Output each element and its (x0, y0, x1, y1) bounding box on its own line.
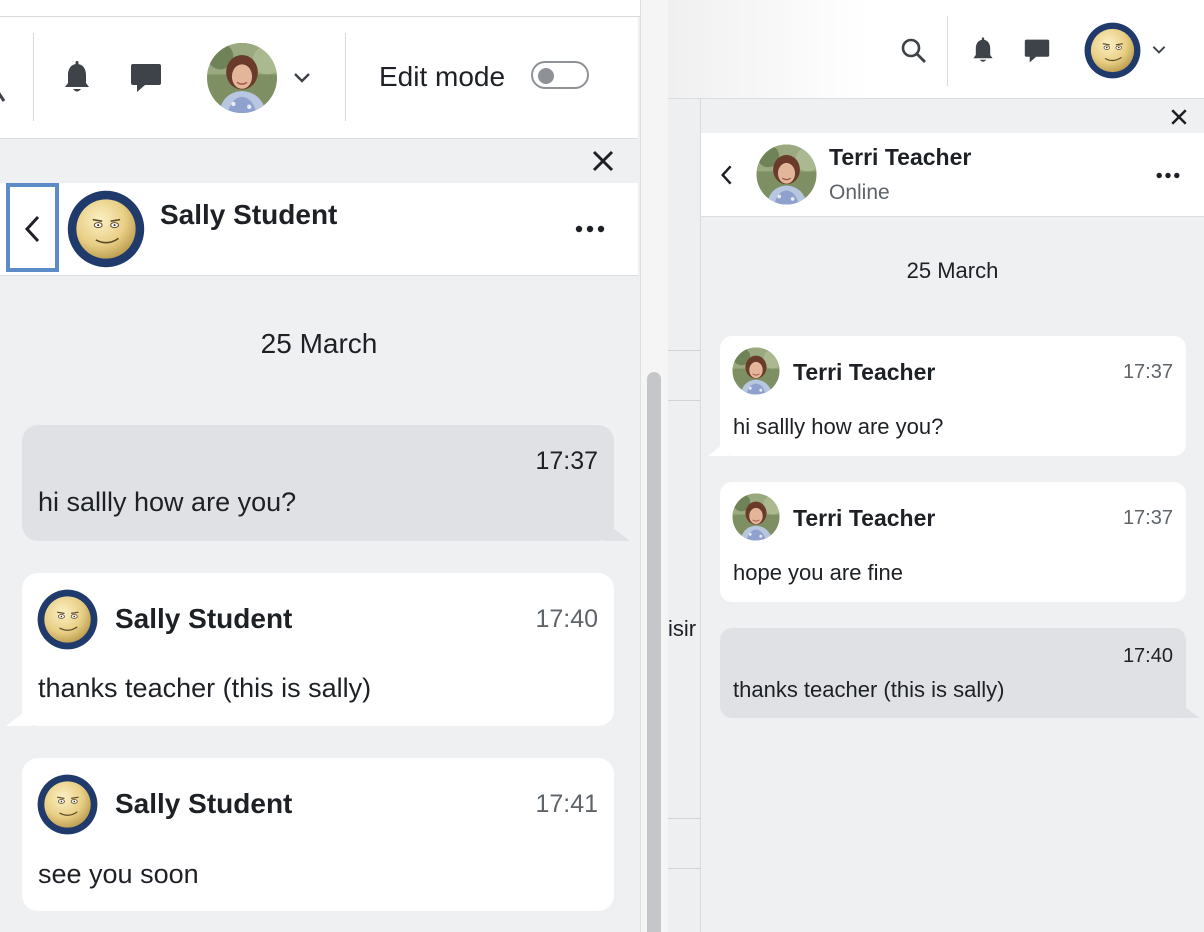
user-avatar[interactable] (206, 42, 278, 114)
messages-icon[interactable] (130, 61, 162, 95)
notification-bell-icon[interactable] (971, 37, 995, 65)
sender-name[interactable]: Terri Teacher (793, 359, 935, 386)
message-time: 17:37 (1122, 507, 1173, 529)
navbar-divider (345, 33, 346, 121)
message-text: thanks teacher (this is sally) (38, 673, 372, 703)
sender-avatar[interactable] (732, 493, 780, 541)
user-avatar[interactable] (1084, 22, 1141, 79)
message-text: see you soon (38, 859, 199, 889)
back-button[interactable] (718, 162, 736, 188)
background-text-fragment: isir (668, 616, 697, 641)
chevron-down-icon[interactable] (1151, 44, 1167, 56)
message-time: 17:40 (535, 605, 598, 633)
bubble-tail (708, 440, 728, 456)
search-icon[interactable] (901, 38, 927, 64)
back-button[interactable] (6, 183, 59, 272)
date-separator: 25 March (906, 258, 999, 283)
toggle-knob (538, 68, 554, 84)
divider (668, 868, 700, 869)
contact-name[interactable]: Sally Student (160, 198, 337, 232)
navbar-fade (668, 0, 868, 98)
message-bubble: Terri Teacher 17:37 hope you are fine (720, 482, 1186, 602)
edit-mode-toggle[interactable] (531, 61, 589, 89)
message-bubble: Sally Student 17:40 thanks teacher (this… (22, 573, 614, 726)
sender-name[interactable]: Sally Student (115, 788, 292, 820)
message-bubble: Terri Teacher 17:37 hi sallly how are yo… (720, 336, 1186, 456)
message-time: 17:41 (535, 790, 598, 818)
divider (668, 818, 700, 819)
close-icon[interactable] (591, 149, 615, 173)
sender-name[interactable]: Terri Teacher (793, 505, 935, 532)
more-options-icon[interactable] (575, 225, 605, 233)
navbar-divider (947, 16, 948, 86)
sender-avatar[interactable] (37, 589, 98, 650)
message-bubble: Sally Student 17:41 see you soon (22, 758, 614, 911)
message-bubble-own: 17:37 hi sallly how are you? (22, 425, 614, 541)
more-options-icon[interactable] (1156, 172, 1180, 179)
sender-avatar[interactable] (37, 774, 98, 835)
message-text: thanks teacher (this is sally) (733, 677, 1005, 702)
divider (668, 350, 700, 351)
contact-avatar[interactable] (756, 144, 817, 205)
sender-avatar[interactable] (732, 347, 780, 395)
message-text: hope you are fine (733, 560, 904, 585)
message-text: hi sallly how are you? (38, 487, 297, 517)
message-time: 17:37 (535, 447, 598, 475)
date-separator: 25 March (260, 328, 378, 359)
messages-icon[interactable] (1024, 37, 1050, 65)
message-bubble-own: 17:40 thanks teacher (this is sally) (720, 628, 1186, 718)
page-content-edge (668, 99, 701, 932)
top-navbar (668, 0, 1204, 99)
chevron-down-icon[interactable] (292, 71, 312, 85)
browser-top-strip (0, 0, 640, 17)
chevron-left-icon (24, 215, 40, 243)
bubble-tail (6, 706, 32, 726)
left-window: Edit mode Sally Student 25 March 17:37 h… (0, 0, 668, 932)
close-icon[interactable] (1170, 108, 1188, 126)
bubble-tail (1178, 702, 1200, 718)
message-text: hi sallly how are you? (733, 414, 944, 439)
navbar-divider (33, 33, 34, 121)
right-window: isir Terri Teacher Online 25 March Terri… (668, 0, 1204, 932)
contact-status: Online (829, 181, 890, 204)
message-time: 17:37 (1122, 361, 1173, 383)
notification-bell-icon[interactable] (62, 61, 92, 95)
sender-name[interactable]: Sally Student (115, 603, 292, 635)
edit-mode-label: Edit mode (379, 61, 506, 92)
contact-avatar[interactable] (67, 190, 145, 268)
search-icon[interactable] (0, 77, 8, 107)
contact-name[interactable]: Terri Teacher (829, 143, 971, 171)
scrollbar-thumb[interactable] (647, 372, 661, 932)
bubble-tail (604, 521, 630, 541)
divider (668, 400, 700, 401)
message-time: 17:40 (1122, 645, 1173, 667)
drawer-close-bar (0, 139, 638, 183)
